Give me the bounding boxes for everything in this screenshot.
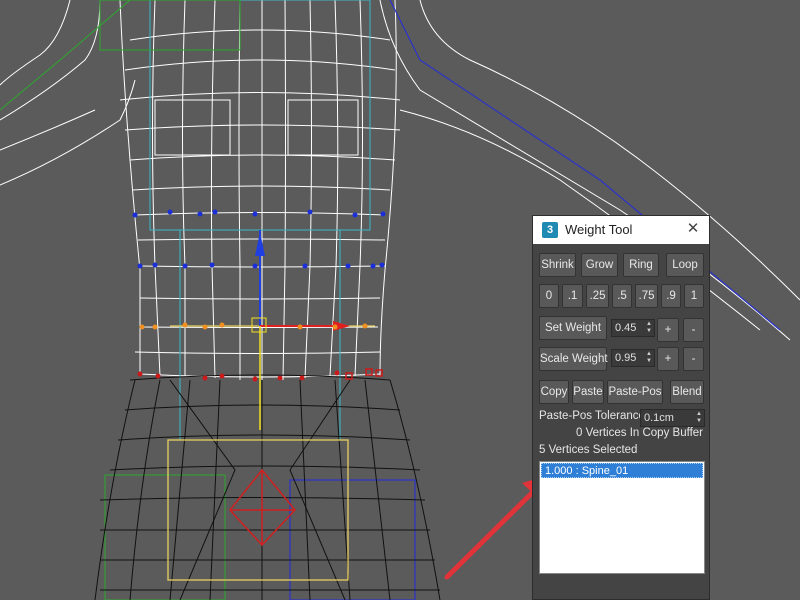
3ds-max-icon: 3 [542, 222, 558, 238]
set-weight-value: 0.45 [615, 322, 637, 334]
paste-pos-button[interactable]: Paste-Pos [607, 380, 663, 404]
preset-0.1-button[interactable]: .1 [562, 284, 583, 308]
set-weight-plus-button[interactable]: + [657, 318, 679, 342]
paste-button[interactable]: Paste [572, 380, 604, 404]
scale-weight-plus-button[interactable]: + [657, 347, 679, 371]
paste-pos-tolerance-value: 0.1cm [644, 412, 674, 424]
bone-box [167, 325, 375, 581]
grow-button[interactable]: Grow [581, 253, 618, 277]
scale-weight-button[interactable]: Scale Weight [539, 347, 608, 371]
scale-weight-spinner[interactable]: 0.95 ▲ ▼ [611, 349, 655, 367]
preset-0.25-button[interactable]: .25 [586, 284, 609, 308]
selection-status: 5 Vertices Selected [539, 444, 638, 456]
copy-buffer-status: 0 Vertices In Copy Buffer [576, 427, 703, 439]
spinner-arrows-icon[interactable]: ▲ ▼ [696, 411, 702, 425]
set-weight-minus-button[interactable]: - [683, 318, 704, 342]
bone-diamond [229, 468, 296, 547]
copy-button[interactable]: Copy [539, 380, 569, 404]
title-bar[interactable]: 3 Weight Tool ✕ [533, 216, 709, 244]
scale-weight-minus-button[interactable]: - [683, 347, 704, 371]
preset-1-button[interactable]: 1 [684, 284, 704, 308]
helper-green [0, 0, 241, 600]
preset-0.9-button[interactable]: .9 [661, 284, 681, 308]
preset-0.75-button[interactable]: .75 [635, 284, 658, 308]
shrink-button[interactable]: Shrink [539, 253, 576, 277]
spinner-arrows-icon[interactable]: ▲ ▼ [646, 321, 652, 335]
lower-mesh [94, 374, 441, 600]
ring-button[interactable]: Ring [623, 253, 659, 277]
paste-pos-tolerance-label: Paste-Pos Tolerance [539, 410, 645, 422]
set-weight-button[interactable]: Set Weight [539, 316, 607, 340]
list-item[interactable]: 1.000 : Spine_01 [541, 463, 703, 478]
weight-tool-panel: 3 Weight Tool ✕ Shrink Grow Ring Loop 0 … [532, 215, 710, 600]
close-icon[interactable]: ✕ [685, 220, 701, 238]
window-title: Weight Tool [565, 222, 633, 237]
paste-pos-tolerance-spinner[interactable]: 0.1cm ▲ ▼ [640, 409, 705, 427]
blend-button[interactable]: Blend [670, 380, 704, 404]
scale-weight-value: 0.95 [615, 352, 637, 364]
bone-weight-list[interactable]: 1.000 : Spine_01 [539, 461, 705, 574]
set-weight-spinner[interactable]: 0.45 ▲ ▼ [611, 319, 655, 337]
loop-button[interactable]: Loop [666, 253, 704, 277]
preset-0-button[interactable]: 0 [539, 284, 559, 308]
preset-0.5-button[interactable]: .5 [612, 284, 632, 308]
spinner-arrows-icon[interactable]: ▲ ▼ [646, 351, 652, 365]
